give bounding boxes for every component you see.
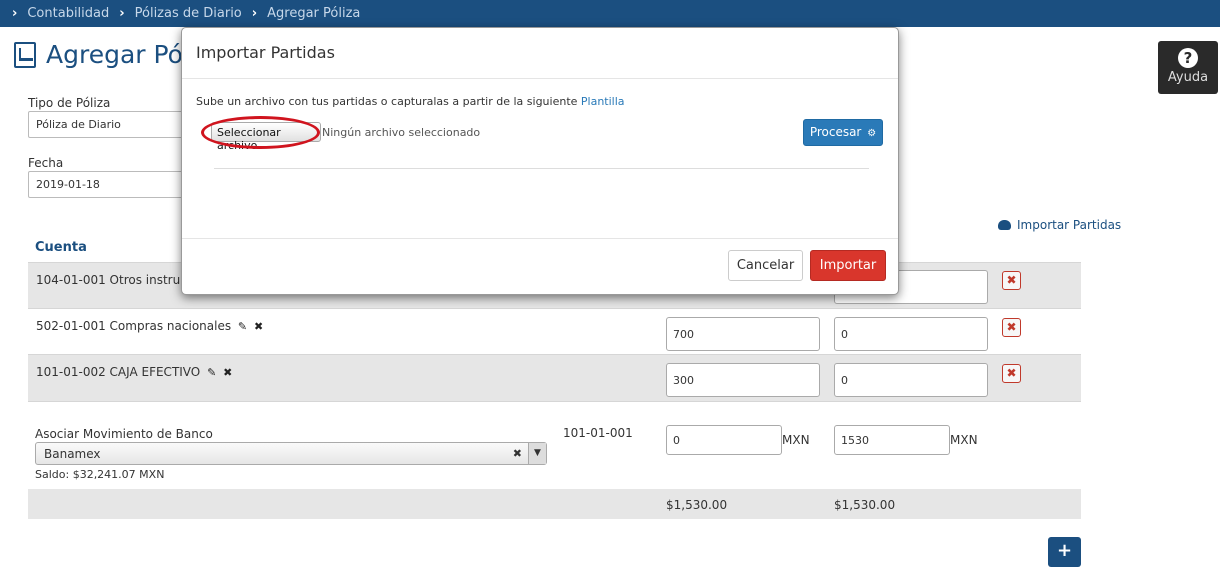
no-file-text: Ningún archivo seleccionado: [322, 126, 481, 139]
modal-divider: [214, 168, 869, 169]
cancel-button[interactable]: Cancelar: [728, 250, 803, 281]
modal-title: Importar Partidas: [196, 43, 335, 62]
gears-icon: ⚙: [867, 128, 877, 139]
modal-description: Sube un archivo con tus partidas o captu…: [196, 95, 625, 108]
import-modal: Importar Partidas Sube un archivo con tu…: [181, 27, 899, 295]
process-label: Procesar: [809, 125, 862, 139]
modal-header: Importar Partidas: [182, 28, 898, 79]
modal-body: Sube un archivo con tus partidas o captu…: [182, 79, 898, 239]
process-button[interactable]: Procesar ⚙: [803, 119, 883, 146]
modal-description-text: Sube un archivo con tus partidas o captu…: [196, 95, 581, 108]
highlight-circle: [201, 116, 320, 149]
template-link[interactable]: Plantilla: [581, 95, 625, 108]
import-button[interactable]: Importar: [810, 250, 886, 281]
modal-footer: Cancelar Importar: [182, 239, 898, 295]
